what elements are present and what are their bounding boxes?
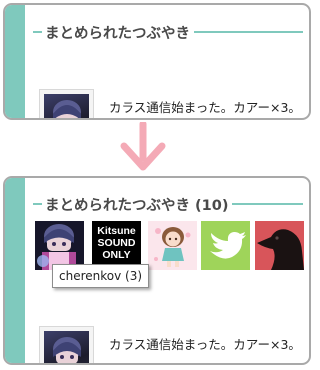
widget-header: まとめられたつぶやき (33, 22, 303, 42)
avatar-twitter-bird[interactable] (201, 221, 250, 270)
avatar-cherenkov[interactable] (35, 221, 84, 270)
header-line (33, 31, 42, 33)
down-arrow-icon (120, 122, 166, 171)
avatar-tooltip: cherenkov (3) (52, 264, 150, 288)
anime-girl-icon (53, 100, 81, 118)
tweet-text: カラス通信始まった。カアー×3。 (109, 337, 301, 352)
user-avatar[interactable] (39, 89, 94, 118)
widget-title: まとめられたつぶやき (10) (45, 197, 229, 214)
header-line (194, 31, 303, 33)
tweet-summary-widget-after: まとめられたつぶやき (10) Kitsune SOUND ONLY カラス通信… (3, 176, 311, 365)
avatar-chibi[interactable] (148, 221, 197, 270)
kitsune-line-1: Kitsune (97, 225, 136, 237)
accent-bar (5, 5, 25, 118)
crow-icon (257, 229, 304, 270)
anime-girl-icon (37, 224, 76, 270)
header-line (232, 203, 303, 205)
header-line (33, 203, 42, 205)
chibi-girl-icon (154, 227, 191, 267)
anime-girl-icon (53, 337, 81, 363)
widget-title: まとめられたつぶやき (45, 25, 190, 42)
accent-bar (5, 178, 25, 363)
avatar-kitsune[interactable]: Kitsune SOUND ONLY (92, 221, 141, 270)
tweet-text: カラス通信始まった。カアー×3。 (109, 100, 301, 115)
twitter-bird-icon (210, 232, 246, 259)
avatar-crow[interactable] (255, 221, 304, 270)
kitsune-sound-only-icon: Kitsune SOUND ONLY (92, 225, 141, 261)
user-avatar[interactable] (39, 326, 94, 363)
tweet-summary-widget-before: まとめられたつぶやき カラス通信始まった。カアー×3。 (3, 3, 311, 120)
kitsune-line-2: SOUND (97, 237, 136, 249)
widget-header: まとめられたつぶやき (10) (33, 194, 303, 214)
kitsune-line-3: ONLY (102, 249, 131, 261)
